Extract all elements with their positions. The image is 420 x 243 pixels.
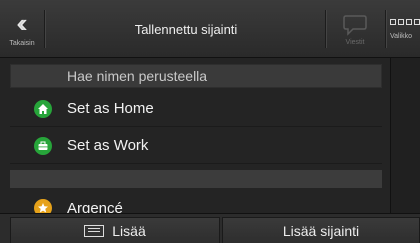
menu-button[interactable]: Valikko	[386, 0, 420, 58]
messages-button-label: Viestit	[345, 38, 365, 46]
home-icon	[34, 99, 52, 118]
scrollbar[interactable]	[390, 58, 420, 213]
saved-locations-list: Hae nimen perusteella Set as Home Set as…	[0, 58, 390, 217]
add-location-button-label: Lisää sijainti	[282, 222, 360, 239]
page-title: Tallennettu sijainti	[134, 21, 238, 37]
messages-button[interactable]: Viestit	[326, 0, 384, 58]
separator	[44, 10, 45, 48]
list-item-label: Set as Work	[67, 137, 149, 154]
menu-button-label: Valikko	[390, 32, 413, 40]
list-icon	[84, 224, 105, 237]
search-input[interactable]: Hae nimen perusteella	[10, 64, 382, 88]
add-button[interactable]: Lisää	[10, 217, 220, 243]
bottom-bar: Lisää Lisää sijainti	[0, 213, 420, 243]
back-button-label: Takaisin	[9, 39, 35, 47]
chevron-left-icon: ‹‹	[16, 7, 28, 38]
add-button-label: Lisää	[112, 222, 146, 239]
list-item-set-as-work[interactable]: Set as Work	[10, 128, 382, 164]
speech-bubble-icon	[343, 14, 367, 36]
back-button[interactable]: ‹‹ Takaisin	[0, 0, 44, 58]
briefcase-icon	[34, 136, 52, 155]
list-item-set-as-home[interactable]: Set as Home	[10, 91, 382, 127]
top-bar: ‹‹ Takaisin Tallennettu sijainti Viestit…	[0, 0, 420, 58]
list-item-label: Set as Home	[67, 100, 154, 117]
menu-icon	[390, 18, 420, 25]
group-divider	[10, 170, 382, 188]
add-location-button[interactable]: Lisää sijainti	[222, 217, 420, 243]
